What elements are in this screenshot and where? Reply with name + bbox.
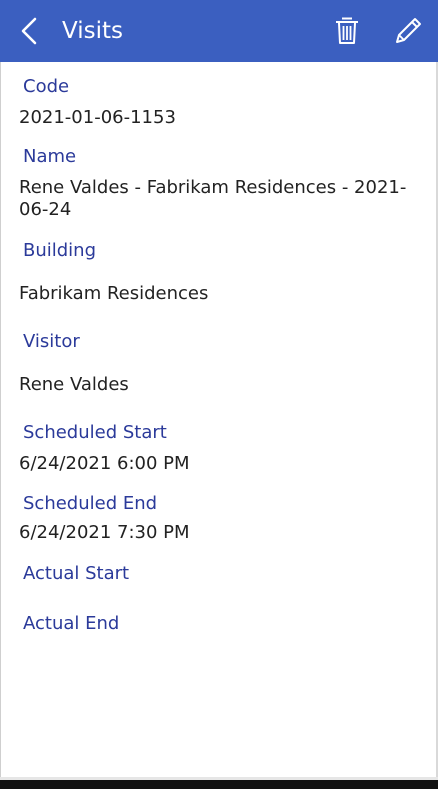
visitor-value: Rene Valdes [19,374,129,395]
visitor-label: Visitor [23,331,80,352]
actual-end-label: Actual End [23,613,120,634]
name-value: Rene Valdes - Fabrikam Residences - 2021… [19,177,407,220]
scheduled-end-label: Scheduled End [23,493,158,514]
frame-border-left [0,0,1,789]
scheduled-start-label: Scheduled Start [23,422,167,443]
building-value: Fabrikam Residences [19,283,209,304]
actual-start-label: Actual Start [23,563,130,584]
code-label: Code [23,76,70,97]
scheduled-end-value: 6/24/2021 7:30 PM [19,522,190,543]
edit-button[interactable] [392,15,424,47]
chevron-left-icon [21,17,37,45]
delete-button[interactable] [333,15,361,47]
header-bar: Visits [0,0,438,62]
code-value: 2021-01-06-1153 [19,107,176,128]
scheduled-start-value: 6/24/2021 6:00 PM [19,453,190,474]
visit-detail-screen: Visits Code 2021-01-06-1153 Name Rene Va… [0,0,438,789]
building-label: Building [23,240,97,261]
trash-icon [336,17,358,44]
bottom-bar [0,780,438,789]
pencil-icon [396,18,421,43]
name-label: Name [23,146,77,167]
page-title: Visits [62,18,123,44]
back-button[interactable] [12,14,46,48]
